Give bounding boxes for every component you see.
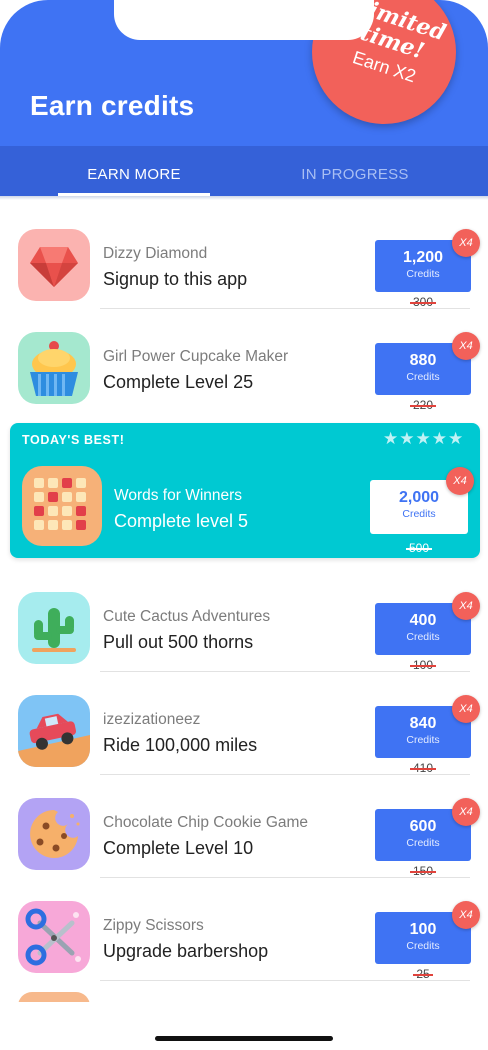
- star-rating: ★★★★★: [383, 429, 465, 448]
- original-credit-value: 300: [375, 295, 471, 309]
- multiplier-badge: X4: [452, 229, 480, 257]
- original-credit-value: 220: [375, 398, 471, 412]
- credit-label: Credits: [406, 837, 440, 849]
- cactus-icon: [18, 592, 90, 664]
- home-indicator[interactable]: [155, 1036, 333, 1041]
- task-description: Signup to this app: [103, 269, 248, 289]
- offer-row[interactable]: izezizationeez Ride 100,000 miles 840 Cr…: [0, 673, 488, 775]
- task-description: Complete Level 25: [103, 372, 254, 392]
- original-credit-value: 100: [375, 658, 471, 672]
- task-description: Pull out 500 thorns: [103, 632, 254, 652]
- original-credit-value: 500: [370, 541, 468, 555]
- divider: [100, 774, 470, 775]
- car-icon: [18, 695, 90, 767]
- task-description: Complete Level 10: [103, 838, 254, 858]
- app-name: Zippy Scissors: [103, 917, 204, 934]
- credit-label: Credits: [406, 371, 440, 383]
- credit-label: Credits: [406, 734, 440, 746]
- credit-label: Credits: [406, 268, 440, 280]
- diamond-icon: [18, 229, 90, 301]
- tab-in-progress[interactable]: IN PROGRESS: [280, 146, 430, 196]
- multiplier-badge: X4: [452, 592, 480, 620]
- offer-row[interactable]: Cute Cactus Adventures Pull out 500 thor…: [0, 570, 488, 672]
- offer-row[interactable]: Girl Power Cupcake Maker Complete Level …: [0, 310, 488, 412]
- tab-earn-more[interactable]: EARN MORE: [58, 146, 210, 196]
- offer-row[interactable]: Zippy Scissors Upgrade barbershop 100 Cr…: [0, 879, 488, 981]
- multiplier-badge: X4: [452, 901, 480, 929]
- featured-label: TODAY'S BEST!: [22, 433, 125, 447]
- task-description: Complete level 5: [114, 511, 249, 531]
- original-credit-value: 25: [375, 967, 471, 981]
- offer-row[interactable]: Dizzy Diamond Signup to this app 1,200 C…: [0, 207, 488, 309]
- original-credit-value: 150: [375, 864, 471, 878]
- app-name: Dizzy Diamond: [103, 245, 208, 262]
- divider: [100, 671, 470, 672]
- earn-credits-screen: Earn credits Limited time! Earn X2 EARN …: [0, 0, 488, 1050]
- bottom-area: [0, 1002, 488, 1050]
- device-notch: [114, 0, 374, 40]
- multiplier-badge: X4: [446, 467, 474, 495]
- divider: [100, 308, 470, 309]
- offer-row[interactable]: Chocolate Chip Cookie Game Complete Leve…: [0, 776, 488, 878]
- credit-label: Credits: [402, 508, 436, 520]
- tab-bar: EARN MORE IN PROGRESS: [0, 146, 488, 196]
- scissors-icon: [18, 901, 90, 973]
- app-name: Cute Cactus Adventures: [103, 608, 271, 625]
- original-credit-value: 410: [375, 761, 471, 775]
- multiplier-badge: X4: [452, 798, 480, 826]
- cupcake-icon: [18, 332, 90, 404]
- credit-label: Credits: [406, 631, 440, 643]
- page-title: Earn credits: [30, 90, 195, 121]
- multiplier-badge: X4: [452, 695, 480, 723]
- divider: [100, 980, 470, 981]
- todays-best-card[interactable]: TODAY'S BEST! ★★★★★ Words for Winners Co…: [10, 423, 480, 558]
- tab-bar-shadow: [0, 196, 488, 200]
- divider: [100, 877, 470, 878]
- app-name: Girl Power Cupcake Maker: [103, 348, 289, 365]
- task-description: Upgrade barbershop: [103, 941, 269, 961]
- task-description: Ride 100,000 miles: [103, 735, 258, 755]
- multiplier-badge: X4: [452, 332, 480, 360]
- cookie-icon: [18, 798, 90, 870]
- credit-label: Credits: [406, 940, 440, 952]
- app-name: Chocolate Chip Cookie Game: [103, 814, 309, 831]
- app-name: Words for Winners: [114, 487, 243, 504]
- word-grid-icon: [22, 466, 102, 546]
- app-name: izezizationeez: [103, 711, 201, 728]
